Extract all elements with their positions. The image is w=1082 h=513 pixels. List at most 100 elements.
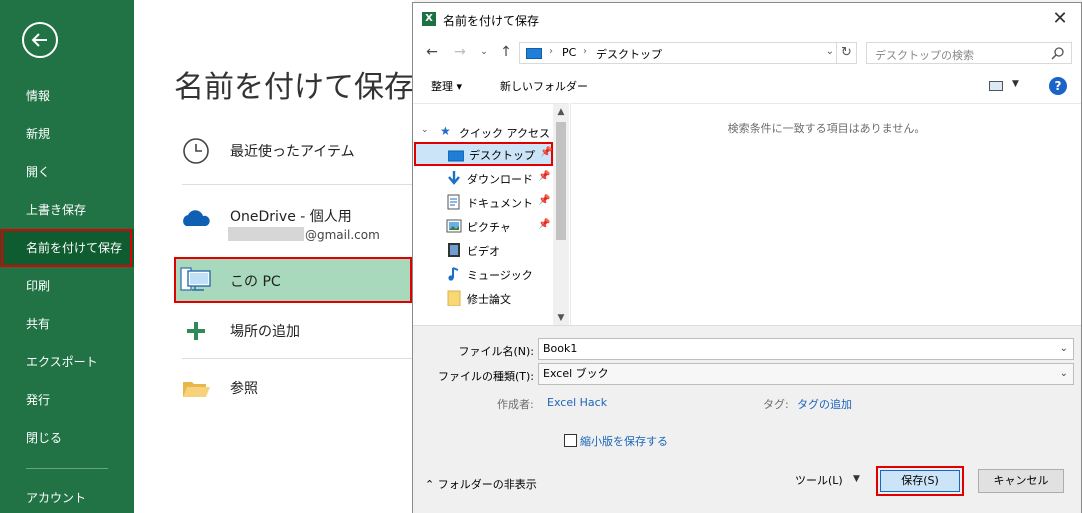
place-onedrive-label: OneDrive - 個人用 [230, 209, 352, 225]
redacted-email-mask [228, 227, 304, 241]
tree-item-videos[interactable]: ビデオ [413, 238, 553, 262]
backstage-panel: 名前を付けて保存 最近使ったアイテム OneDrive - 個人用 @gmail… [134, 0, 414, 513]
hide-folders-button[interactable]: ⌃ フォルダーの非表示 [425, 476, 537, 492]
tree-item-documents[interactable]: ドキュメント 📌 [413, 190, 553, 214]
breadcrumb-pc[interactable]: PC [562, 46, 576, 59]
save-button[interactable]: 保存(S) [880, 470, 960, 492]
up-arrow-icon[interactable]: ↑ [497, 42, 515, 62]
sidebar-item-share[interactable]: 共有 [0, 305, 134, 343]
cloud-icon [183, 210, 210, 226]
pin-icon: 📌 [540, 147, 553, 158]
save-button-highlight: 保存(S) [876, 466, 964, 496]
close-button[interactable]: ✕ [1047, 7, 1073, 31]
place-browse-label: 参照 [230, 381, 258, 397]
file-list-pane[interactable]: 検索条件に一致する項目はありません。 [570, 103, 1081, 325]
sidebar-item-open[interactable]: 開く [0, 153, 134, 191]
chevron-down-icon[interactable]: ⌄ [1060, 339, 1068, 359]
recent-locations-chevron-icon[interactable]: ⌄ [475, 42, 493, 62]
place-this-pc-label: この PC [230, 274, 281, 290]
tree-label: ビデオ [467, 245, 500, 258]
tree-label: クイック アクセス [459, 127, 550, 140]
help-icon[interactable]: ? [1049, 77, 1067, 95]
chevron-down-icon[interactable]: ⌄ [1060, 364, 1068, 384]
new-folder-button[interactable]: 新しいフォルダー [500, 78, 588, 94]
search-input[interactable]: デスクトップの検索 [866, 42, 1072, 64]
scroll-down-icon[interactable]: ▼ [553, 310, 569, 325]
tree-item-thesis-folder[interactable]: 修士論文 [413, 286, 553, 310]
chevron-down-icon[interactable]: ⌄ [421, 125, 429, 135]
account-email: @gmail.com [228, 227, 380, 242]
breadcrumb-desktop[interactable]: デスクトップ [596, 46, 662, 62]
nav-scrollbar[interactable]: ▲ ▼ [553, 104, 569, 325]
tree-item-music[interactable]: ミュージック [413, 262, 553, 286]
place-browse[interactable]: 参照 [174, 365, 412, 411]
place-this-pc[interactable]: この PC [174, 257, 412, 303]
tree-label: デスクトップ [469, 149, 535, 162]
organize-button[interactable]: 整理 ▾ [431, 78, 462, 94]
hide-folders-label: フォルダーの非表示 [437, 478, 537, 491]
computer-icon [180, 267, 211, 291]
filetype-select[interactable]: Excel ブック ⌄ [538, 363, 1074, 385]
clock-icon [183, 138, 209, 164]
forward-arrow-icon[interactable]: → [451, 42, 469, 62]
divider [182, 184, 412, 185]
download-icon [448, 171, 460, 185]
back-arrow-icon [31, 33, 47, 47]
scroll-thumb[interactable] [556, 122, 566, 240]
chevron-down-icon[interactable]: ⌄ [826, 46, 834, 57]
chevron-down-icon[interactable]: ▼ [853, 474, 860, 484]
place-add[interactable]: 場所の追加 [174, 308, 412, 354]
divider [182, 358, 412, 359]
tree-label: ダウンロード [467, 173, 533, 186]
tree-item-desktop[interactable]: デスクトップ 📌 [414, 142, 553, 166]
place-recent-label: 最近使ったアイテム [230, 144, 355, 160]
chevron-right-icon: › [549, 46, 553, 57]
filename-field[interactable]: Book1 ⌄ [538, 338, 1074, 360]
sidebar-item-save[interactable]: 上書き保存 [0, 191, 134, 229]
scroll-up-icon[interactable]: ▲ [553, 104, 569, 120]
search-placeholder: デスクトップの検索 [875, 49, 974, 62]
navigation-bar: ← → ⌄ ↑ › PC › デスクトップ ⌄ ↻ デスクトップの検索 [413, 39, 1081, 67]
thumbnail-label[interactable]: 縮小版を保存する [580, 433, 668, 449]
back-button[interactable] [22, 22, 58, 58]
tree-item-downloads[interactable]: ダウンロード 📌 [413, 166, 553, 190]
tags-value[interactable]: タグの追加 [797, 396, 852, 412]
pin-icon: 📌 [538, 171, 551, 182]
sidebar-item-export[interactable]: エクスポート [0, 343, 134, 381]
backstage-sidebar: 情報 新規 開く 上書き保存 名前を付けて保存 印刷 共有 エクスポート 発行 … [0, 0, 134, 513]
refresh-icon[interactable]: ↻ [836, 43, 856, 63]
document-icon [447, 194, 460, 210]
desktop-icon [448, 150, 464, 162]
sidebar-item-print[interactable]: 印刷 [0, 267, 134, 305]
back-arrow-icon[interactable]: ← [423, 42, 441, 62]
pin-icon: 📌 [538, 219, 551, 230]
place-add-label: 場所の追加 [230, 324, 300, 340]
author-value[interactable]: Excel Hack [547, 396, 607, 409]
page-title: 名前を付けて保存 [174, 70, 414, 105]
address-bar[interactable]: › PC › デスクトップ ⌄ ↻ [519, 42, 857, 64]
sidebar-item-new[interactable]: 新規 [0, 115, 134, 153]
music-icon [448, 267, 459, 281]
filetype-label: ファイルの種類(T): [437, 370, 534, 383]
view-options-icon[interactable] [989, 81, 1003, 91]
tree-label: 修士論文 [467, 293, 511, 306]
tree-label: ピクチャ [467, 221, 511, 234]
sidebar-item-close[interactable]: 閉じる [0, 419, 134, 457]
sidebar-item-info[interactable]: 情報 [0, 77, 134, 115]
video-icon [448, 243, 460, 257]
cancel-button[interactable]: キャンセル [978, 469, 1064, 493]
tree-item-pictures[interactable]: ピクチャ 📌 [413, 214, 553, 238]
chevron-down-icon[interactable]: ▼ [1012, 79, 1019, 89]
navigation-pane: ⌄ ★ クイック アクセス デスクトップ 📌 ダウンロード 📌 ドキュメント 📌… [413, 103, 569, 325]
plus-icon [187, 322, 205, 340]
search-icon [1051, 47, 1064, 60]
save-form: ファイル名(N): Book1 ⌄ ファイルの種類(T): Excel ブック … [413, 325, 1081, 513]
place-recent[interactable]: 最近使ったアイテム [174, 128, 412, 174]
sidebar-divider [26, 468, 108, 469]
dialog-titlebar[interactable]: X 名前を付けて保存 ✕ [413, 3, 1081, 35]
thumbnail-checkbox[interactable] [564, 434, 577, 447]
tree-quick-access[interactable]: ⌄ ★ クイック アクセス [413, 120, 553, 144]
sidebar-item-publish[interactable]: 発行 [0, 381, 134, 419]
sidebar-item-account[interactable]: アカウント [0, 479, 134, 513]
tools-button[interactable]: ツール(L) [795, 472, 843, 488]
